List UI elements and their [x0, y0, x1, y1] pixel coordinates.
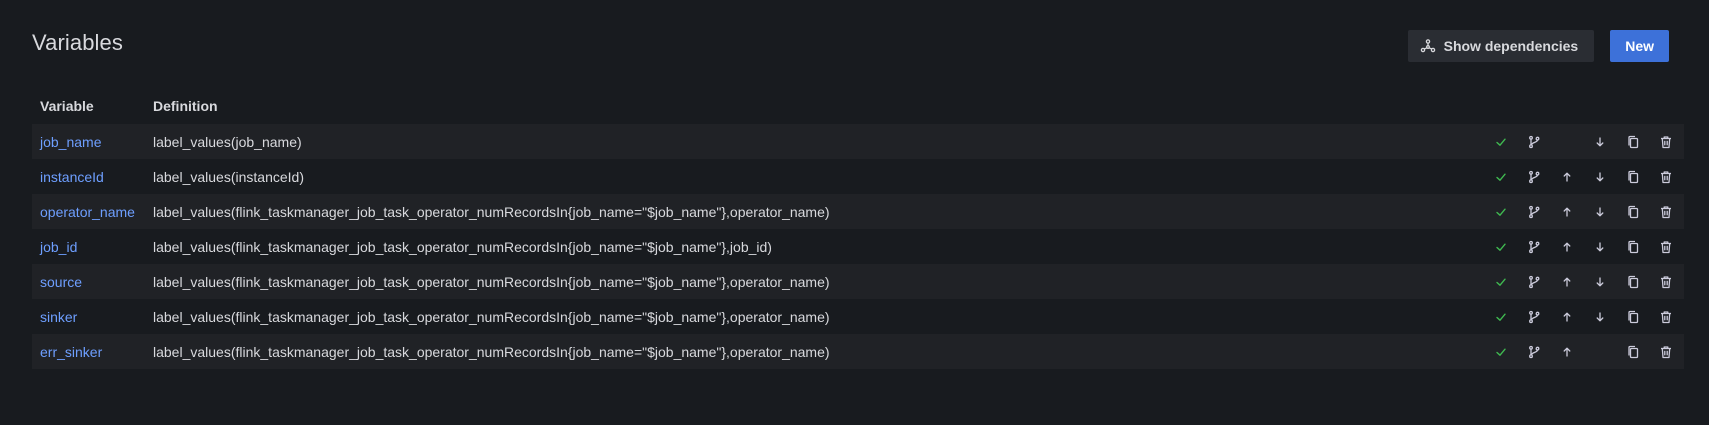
check-icon — [1484, 299, 1517, 334]
header-actions: Show dependencies New — [1407, 30, 1669, 62]
copy-icon[interactable] — [1616, 334, 1649, 369]
table-row: operator_name label_values(flink_taskmana… — [32, 194, 1684, 229]
arrow-up-icon[interactable] — [1550, 194, 1583, 229]
variable-definition: label_values(flink_taskmanager_job_task_… — [153, 343, 830, 360]
check-icon — [1484, 159, 1517, 194]
arrow-down-icon[interactable] — [1583, 124, 1616, 159]
copy-icon[interactable] — [1616, 299, 1649, 334]
table-body: job_name label_values(job_name) instanceId… — [32, 124, 1684, 369]
row-actions — [1484, 229, 1684, 264]
arrow-up-icon[interactable] — [1550, 264, 1583, 299]
arrow-down-icon[interactable] — [1583, 229, 1616, 264]
arrow-up-icon[interactable] — [1550, 229, 1583, 264]
show-dependencies-button[interactable]: Show dependencies — [1407, 30, 1595, 62]
variables-page: Variables Show dependencies New Variable… — [0, 0, 1709, 425]
column-header-definition: Definition — [153, 98, 218, 114]
variable-definition: label_values(job_name) — [153, 133, 302, 150]
variable-name-link[interactable]: job_id — [32, 239, 150, 255]
column-header-variable: Variable — [40, 98, 94, 114]
table-row: instanceId label_values(instanceId) — [32, 159, 1684, 194]
table-row: source label_values(flink_taskmanager_job… — [32, 264, 1684, 299]
row-actions — [1484, 159, 1684, 194]
new-variable-button[interactable]: New — [1610, 30, 1669, 62]
trash-icon[interactable] — [1649, 159, 1682, 194]
check-icon — [1484, 334, 1517, 369]
code-branch-icon[interactable] — [1517, 229, 1550, 264]
variable-name-link[interactable]: err_sinker — [32, 344, 150, 360]
arrow-down-icon[interactable] — [1583, 264, 1616, 299]
arrow-down-icon[interactable] — [1583, 194, 1616, 229]
copy-icon[interactable] — [1616, 229, 1649, 264]
variable-definition: label_values(flink_taskmanager_job_task_… — [153, 238, 772, 255]
row-actions — [1484, 124, 1684, 159]
variable-definition: label_values(flink_taskmanager_job_task_… — [153, 203, 830, 220]
show-dependencies-label: Show dependencies — [1443, 38, 1579, 54]
variable-name-link[interactable]: operator_name — [32, 204, 150, 220]
row-actions — [1484, 299, 1684, 334]
dependencies-icon — [1420, 38, 1436, 54]
variable-name-link[interactable]: source — [32, 274, 150, 290]
copy-icon[interactable] — [1616, 194, 1649, 229]
variable-definition: label_values(flink_taskmanager_job_task_… — [153, 308, 830, 325]
arrow-down-icon[interactable] — [1583, 159, 1616, 194]
table-row: err_sinker label_values(flink_taskmanager… — [32, 334, 1684, 369]
variable-name-link[interactable]: sinker — [32, 309, 150, 325]
table-row: sinker label_values(flink_taskmanager_job… — [32, 299, 1684, 334]
code-branch-icon[interactable] — [1517, 124, 1550, 159]
copy-icon[interactable] — [1616, 159, 1649, 194]
trash-icon[interactable] — [1649, 124, 1682, 159]
copy-icon[interactable] — [1616, 124, 1649, 159]
code-branch-icon[interactable] — [1517, 299, 1550, 334]
variable-name-link[interactable]: job_name — [32, 134, 150, 150]
arrow-up-icon[interactable] — [1550, 334, 1583, 369]
variables-table: Variable Definition job_name label_values… — [32, 88, 1684, 369]
trash-icon[interactable] — [1649, 229, 1682, 264]
trash-icon[interactable] — [1649, 264, 1682, 299]
code-branch-icon[interactable] — [1517, 194, 1550, 229]
arrow-up-icon[interactable] — [1550, 159, 1583, 194]
code-branch-icon[interactable] — [1517, 159, 1550, 194]
table-row: job_id label_values(flink_taskmanager_job… — [32, 229, 1684, 264]
code-branch-icon[interactable] — [1517, 334, 1550, 369]
arrow-up-icon[interactable] — [1550, 299, 1583, 334]
row-actions — [1484, 264, 1684, 299]
page-title: Variables — [32, 30, 123, 55]
arrow-down-icon[interactable] — [1583, 299, 1616, 334]
table-row: job_name label_values(job_name) — [32, 124, 1684, 159]
check-icon — [1484, 194, 1517, 229]
trash-icon[interactable] — [1649, 194, 1682, 229]
check-icon — [1484, 124, 1517, 159]
table-header: Variable Definition — [32, 88, 1684, 124]
check-icon — [1484, 229, 1517, 264]
row-actions — [1484, 194, 1684, 229]
row-actions — [1484, 334, 1684, 369]
variable-definition: label_values(instanceId) — [153, 168, 304, 185]
code-branch-icon[interactable] — [1517, 264, 1550, 299]
trash-icon[interactable] — [1649, 334, 1682, 369]
variable-name-link[interactable]: instanceId — [32, 169, 150, 185]
variable-definition: label_values(flink_taskmanager_job_task_… — [153, 273, 830, 290]
trash-icon[interactable] — [1649, 299, 1682, 334]
copy-icon[interactable] — [1616, 264, 1649, 299]
check-icon — [1484, 264, 1517, 299]
